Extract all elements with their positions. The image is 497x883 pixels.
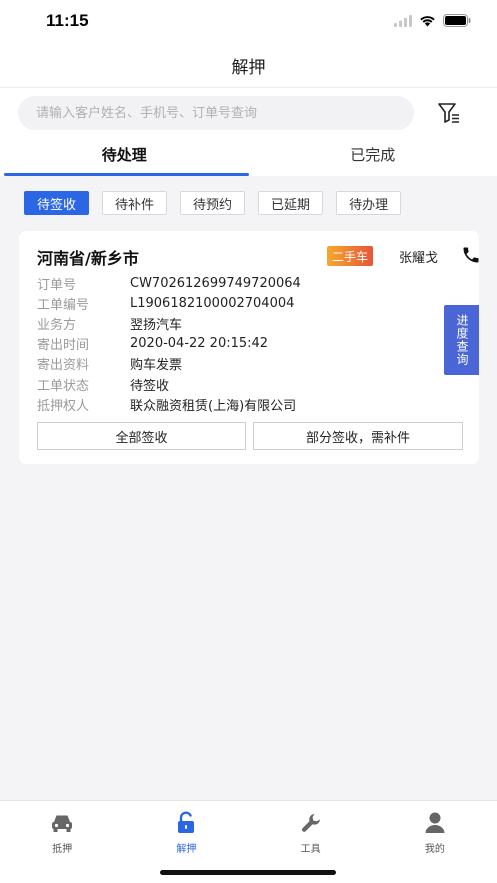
detail-value: CW702612699749720064 bbox=[130, 275, 301, 291]
detail-label: 抵押权人 bbox=[37, 398, 90, 414]
detail-label: 工单编号 bbox=[37, 297, 90, 313]
search-row bbox=[0, 88, 497, 144]
detail-row: 业务方 翌扬汽车 bbox=[37, 313, 301, 333]
detail-value: L1906182100002704004 bbox=[130, 295, 295, 311]
unlock-icon bbox=[174, 811, 198, 835]
tabbar-label: 我的 bbox=[424, 844, 445, 855]
chip-to-supplement[interactable]: 待补件 bbox=[102, 191, 168, 215]
card-actions: 全部签收 部分签收，需补件 bbox=[37, 422, 463, 450]
detail-value: 待签收 bbox=[130, 378, 170, 394]
user-icon bbox=[423, 811, 447, 835]
detail-label: 订单号 bbox=[37, 277, 77, 293]
page-title: 解押 bbox=[231, 58, 266, 78]
card-region: 河南省/新乡市 bbox=[37, 249, 139, 268]
contact-name: 张耀戈 bbox=[399, 251, 439, 266]
tabbar-label: 抵押 bbox=[52, 844, 73, 855]
card-header: 河南省/新乡市 二手车 张耀戈 bbox=[37, 245, 479, 269]
filter-chips: 待签收 待补件 待预约 已延期 待办理 bbox=[24, 191, 402, 215]
car-type-badge: 二手车 bbox=[327, 246, 374, 266]
chip-delayed[interactable]: 已延期 bbox=[258, 191, 324, 215]
chip-to-sign[interactable]: 待签收 bbox=[24, 191, 90, 215]
card-details: 订单号 CW702612699749720064 工单编号 L190618210… bbox=[37, 273, 301, 414]
detail-row: 工单状态 待签收 bbox=[37, 374, 301, 394]
tabbar-item-mine[interactable]: 我的 bbox=[373, 801, 497, 883]
detail-row: 工单编号 L1906182100002704004 bbox=[37, 293, 301, 313]
tab-completed[interactable]: 已完成 bbox=[249, 144, 497, 176]
detail-label: 业务方 bbox=[37, 317, 77, 333]
detail-value: 翌扬汽车 bbox=[130, 317, 183, 333]
detail-label: 寄出资料 bbox=[37, 358, 90, 374]
status-time: 11:15 bbox=[46, 11, 89, 30]
chip-to-handle[interactable]: 待办理 bbox=[336, 191, 402, 215]
detail-row: 寄出时间 2020-04-22 20:15:42 bbox=[37, 334, 301, 354]
detail-label: 工单状态 bbox=[37, 378, 90, 394]
status-bar: 11:15 bbox=[0, 0, 497, 44]
wifi-icon bbox=[420, 16, 435, 27]
filter-button[interactable] bbox=[436, 100, 462, 126]
nav-bar: 解押 bbox=[0, 44, 497, 88]
tabbar-item-mortgage[interactable]: 抵押 bbox=[0, 801, 124, 883]
search-input[interactable] bbox=[18, 96, 414, 130]
detail-row: 订单号 CW702612699749720064 bbox=[37, 273, 301, 293]
status-icons bbox=[394, 14, 471, 27]
status-tabs: 待处理 已完成 bbox=[0, 144, 497, 176]
tabbar-label: 工具 bbox=[300, 844, 321, 855]
home-indicator bbox=[160, 870, 336, 875]
tabbar-label: 解押 bbox=[176, 844, 197, 855]
car-icon bbox=[50, 811, 74, 835]
detail-value: 购车发票 bbox=[130, 358, 183, 374]
detail-row: 寄出资料 购车发票 bbox=[37, 354, 301, 374]
order-card: 河南省/新乡市 二手车 张耀戈 订单号 CW702612699749720064… bbox=[19, 231, 479, 464]
partial-sign-button[interactable]: 部分签收，需补件 bbox=[253, 422, 463, 450]
detail-value: 2020-04-22 20:15:42 bbox=[130, 336, 269, 352]
progress-query-button[interactable]: 进度查询 bbox=[444, 305, 479, 375]
battery-icon bbox=[443, 14, 471, 27]
detail-value: 联众融资租赁(上海)有限公司 bbox=[130, 398, 297, 414]
sign-all-button[interactable]: 全部签收 bbox=[37, 422, 246, 450]
detail-label: 寄出时间 bbox=[37, 338, 90, 354]
wrench-icon bbox=[299, 811, 323, 835]
detail-row: 抵押权人 联众融资租赁(上海)有限公司 bbox=[37, 394, 301, 414]
signal-icon bbox=[394, 14, 412, 27]
chip-to-book[interactable]: 待预约 bbox=[180, 191, 246, 215]
tab-pending[interactable]: 待处理 bbox=[0, 144, 249, 176]
header-area: 11:15 解押 请输入客户姓名、手机号、订单号查询 待处理 已完成 bbox=[0, 0, 497, 176]
phone-icon[interactable] bbox=[461, 245, 481, 265]
filter-icon bbox=[438, 103, 459, 123]
